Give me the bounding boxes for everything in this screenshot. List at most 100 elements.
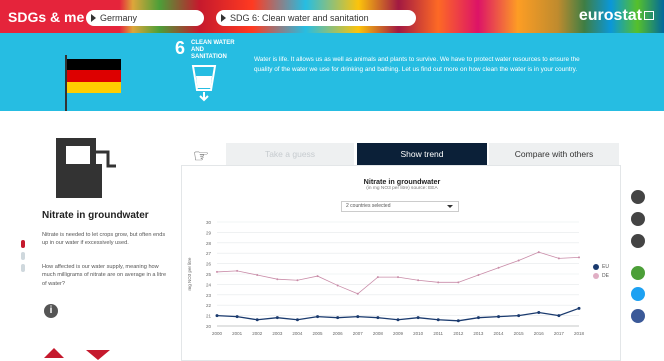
dropdown-label: 2 countries selected: [346, 203, 391, 209]
goal-select-label: SDG 6: Clean water and sanitation: [230, 13, 369, 23]
water-well-icon: [56, 138, 116, 198]
chevron-right-icon: [91, 14, 96, 22]
x-tick-label: 2010: [413, 331, 424, 336]
data-point-de: [537, 251, 540, 254]
x-tick-label: 2003: [272, 331, 283, 336]
country-select-label: Germany: [100, 13, 138, 23]
eurostat-logo[interactable]: eurostat: [579, 7, 654, 25]
y-tick-label: 20: [206, 324, 212, 329]
pager-dot-active[interactable]: [21, 240, 25, 248]
data-point-de: [578, 256, 580, 259]
data-point-eu: [436, 318, 440, 322]
chart-title: Nitrate in groundwater: [363, 177, 441, 186]
next-indicator-arrow-icon[interactable]: [86, 350, 110, 360]
y-tick-label: 26: [206, 262, 212, 267]
data-point-de: [397, 276, 399, 279]
y-tick-label: 30: [206, 220, 212, 225]
data-point-de: [256, 274, 259, 277]
share-icon[interactable]: [631, 190, 645, 204]
goal-number: 6: [175, 38, 186, 58]
x-tick-label: 2006: [333, 331, 344, 336]
robot-icon[interactable]: [631, 212, 645, 226]
data-point-eu: [336, 316, 340, 320]
x-tick-label: 2017: [554, 331, 565, 336]
y-tick-label: 23: [206, 293, 212, 298]
embed-icon[interactable]: [631, 266, 645, 280]
data-point-eu: [537, 310, 541, 314]
legend-item: EU: [593, 263, 609, 272]
previous-indicator-arrow-icon[interactable]: [44, 348, 64, 358]
data-point-eu: [416, 316, 420, 320]
data-point-de: [276, 278, 279, 281]
chevron-right-icon: [221, 14, 226, 22]
data-point-eu: [476, 316, 480, 320]
country-compare-dropdown[interactable]: 2 countries selected: [341, 201, 459, 212]
data-point-eu: [456, 319, 460, 323]
y-tick-label: 25: [206, 272, 212, 277]
y-tick-label: 27: [206, 251, 212, 256]
data-point-eu: [275, 316, 279, 320]
data-point-de: [517, 259, 520, 262]
x-tick-label: 2018: [574, 331, 585, 336]
goal-select[interactable]: SDG 6: Clean water and sanitation: [216, 10, 416, 26]
y-tick-label: 28: [206, 241, 212, 246]
x-tick-label: 2011: [433, 331, 443, 336]
goal-description: Water is life. It allows us as well as a…: [254, 56, 580, 73]
legend-item: DE: [593, 272, 609, 281]
chart-subtitle: (in mg NO3 per litre) source: EEA: [366, 186, 438, 191]
y-tick-label: 21: [206, 314, 212, 319]
goal-title: CLEAN WATER AND SANITATION: [191, 40, 235, 60]
data-point-eu: [577, 306, 581, 310]
data-point-eu: [235, 315, 239, 319]
trend-chart: 20 21 22 23 24 25 26 27 28 29 30 mg NO3 per litre 20…: [187, 220, 585, 336]
legend-label-eu: EU: [602, 264, 609, 270]
country-flag: [67, 59, 121, 93]
data-point-de: [417, 279, 420, 282]
indicator-question: How affected is our water supply, meanin…: [42, 264, 167, 287]
x-tick-label: 2007: [353, 331, 364, 336]
data-point-de: [336, 284, 339, 287]
y-tick-label: 29: [206, 230, 212, 235]
x-tick-label: 2012: [453, 331, 464, 336]
indicator-description: Nitrate is needed to let crops grow, but…: [42, 232, 166, 247]
facebook-icon[interactable]: [631, 309, 645, 323]
data-point-de: [497, 266, 500, 269]
tab-show-trend[interactable]: Show trend: [357, 143, 487, 165]
data-point-eu: [376, 316, 380, 320]
y-tick-label: 24: [206, 282, 212, 287]
data-point-de: [437, 281, 440, 284]
brand-label: eurostat: [578, 7, 642, 24]
x-tick-label: 2000: [212, 331, 223, 336]
x-tick-label: 2004: [292, 331, 303, 336]
legend-label-de: DE: [602, 273, 609, 279]
data-point-de: [216, 270, 218, 273]
pager-dot[interactable]: [21, 264, 25, 272]
country-select[interactable]: Germany: [86, 10, 204, 26]
data-point-de: [356, 292, 359, 295]
app-logo[interactable]: SDGs & me: [8, 9, 84, 25]
tab-compare-with-others[interactable]: Compare with others: [489, 143, 619, 165]
x-tick-label: 2005: [313, 331, 324, 336]
data-point-eu: [557, 314, 561, 318]
data-point-de: [236, 269, 239, 272]
x-tick-label: 2002: [252, 331, 263, 336]
data-point-de: [316, 275, 319, 278]
tab-take-a-guess[interactable]: Take a guess: [226, 143, 354, 165]
data-point-de: [477, 274, 480, 277]
pager-dot[interactable]: [21, 252, 25, 260]
data-point-eu: [215, 314, 219, 318]
globe-icon[interactable]: [631, 234, 645, 248]
data-point-de: [296, 279, 299, 282]
data-point-eu: [517, 314, 521, 318]
y-axis-label: mg NO3 per litre: [187, 257, 192, 291]
x-tick-label: 2014: [494, 331, 505, 336]
info-icon[interactable]: i: [44, 304, 58, 318]
x-tick-label: 2013: [473, 331, 484, 336]
data-point-eu: [295, 318, 299, 322]
chart-legend: EU DE: [593, 263, 609, 281]
twitter-icon[interactable]: [631, 287, 645, 301]
x-tick-label: 2015: [514, 331, 525, 336]
indicator-pager[interactable]: [21, 240, 27, 276]
brand-flag-icon: [644, 11, 654, 20]
x-tick-label: 2009: [393, 331, 404, 336]
